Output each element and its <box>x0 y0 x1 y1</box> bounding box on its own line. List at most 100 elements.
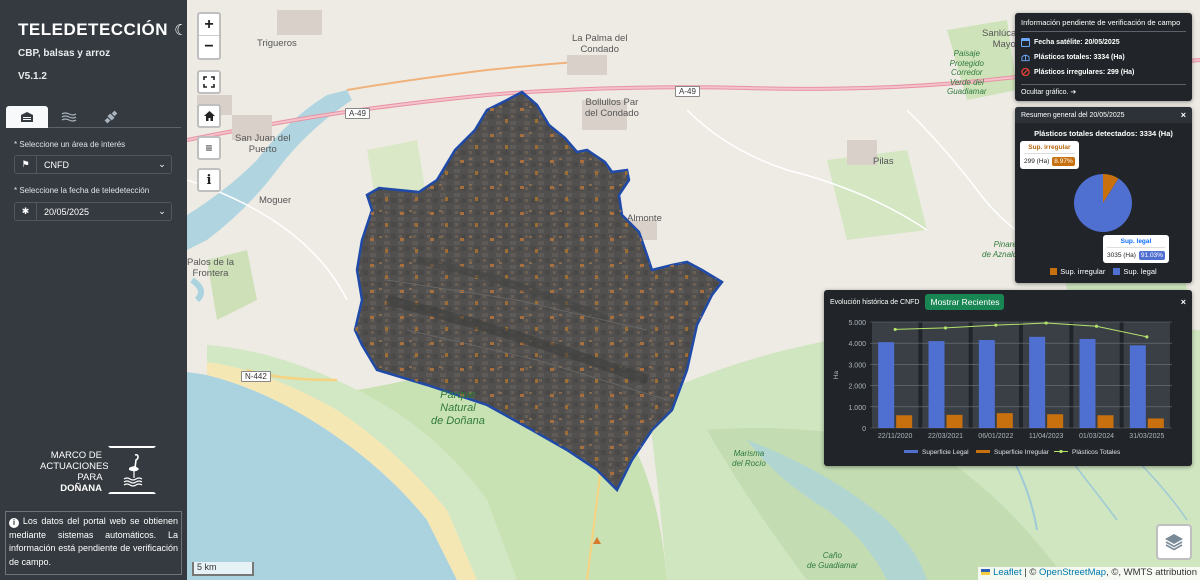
app-title[interactable]: TELEDETECCIÓN ☾▾ <box>18 20 199 40</box>
y-axis-label: Ha <box>833 370 840 379</box>
disclaimer-box: i Los datos del portal web se obtienen m… <box>5 511 182 575</box>
date-select[interactable]: ✱ 20/05/2025 ⌄ <box>14 202 172 221</box>
legend-swatch <box>904 450 918 453</box>
point-plasticos-totales[interactable] <box>893 327 897 332</box>
info-date-text: Fecha satélite: 20/05/2025 <box>1034 38 1120 46</box>
y-tick-label: 2.000 <box>848 384 866 391</box>
layers-icon <box>1165 534 1183 551</box>
menu-icon: ≡ <box>205 141 213 155</box>
history-chart-svg: 0 1.000 2.000 3.000 4.000 5.000 Ha 22/11/2020 22… <box>833 320 1172 456</box>
date-select-value: 20/05/2025 <box>44 206 90 217</box>
menu-button[interactable]: ≡ <box>197 136 221 160</box>
point-plasticos-totales[interactable] <box>1145 335 1149 339</box>
home-icon <box>203 111 215 121</box>
moon-icon[interactable]: ☾ <box>174 21 188 39</box>
label-cano: Caño de Guadiamar <box>807 551 858 570</box>
bar-superficie-legal[interactable] <box>1079 338 1096 428</box>
area-label: * Seleccione un área de interés <box>14 140 126 149</box>
point-plasticos-totales[interactable] <box>943 326 948 330</box>
bar-superficie-legal[interactable] <box>928 341 945 428</box>
label-la-palma: La Palma del Condado <box>572 33 628 55</box>
attribution-sep: | © <box>1021 567 1039 578</box>
info-totals-text: Plásticos totales: 3334 (Ha) <box>1034 53 1125 61</box>
label-palos: Palos de la Frontera <box>187 257 235 279</box>
x-tick-label: 01/03/2024 <box>1079 433 1114 440</box>
logo-line-2: ACTUACIONES <box>40 461 109 472</box>
tab-layers[interactable] <box>6 106 48 128</box>
app-version: V5.1.2 <box>18 71 47 82</box>
date-label: * Seleccione la fecha de teledetección <box>14 186 150 195</box>
bar-superficie-irregular[interactable] <box>946 414 963 428</box>
bar-superficie-legal[interactable] <box>1029 336 1046 428</box>
tab-water[interactable] <box>48 106 90 128</box>
point-plasticos-totales[interactable] <box>1094 324 1099 328</box>
bar-superficie-irregular[interactable] <box>1097 415 1114 428</box>
x-tick-label: 22/03/2021 <box>928 433 963 440</box>
bar-superficie-legal[interactable] <box>978 340 995 428</box>
irregular-pct: 8.97% <box>1052 157 1075 166</box>
legend-marker <box>1059 449 1063 454</box>
area-select[interactable]: ⚑ CNFD ⌄ <box>14 155 172 174</box>
label-parque-natural: Parque Natural de Doñana <box>431 389 485 427</box>
home-button[interactable] <box>197 104 221 128</box>
chevron-down-icon: ⌄ <box>158 206 166 216</box>
show-recent-button[interactable]: Mostrar Recientes <box>925 294 1005 310</box>
layers-icon <box>21 112 33 122</box>
osm-link[interactable]: OpenStreetMap <box>1039 567 1106 578</box>
legend-irregular[interactable]: Sup. irregular <box>1050 267 1105 276</box>
info-button[interactable]: i <box>197 168 221 192</box>
attribution-rest: , ©, WMTS attribution <box>1106 567 1197 578</box>
history-panel-title: Evolución histórica de CNFD <box>830 298 920 306</box>
legal-value: 3035 (Ha) <box>1107 252 1136 259</box>
close-icon[interactable]: × <box>1181 297 1186 307</box>
layers-button[interactable] <box>1156 524 1192 560</box>
history-chart: 0 1.000 2.000 3.000 4.000 5.000 Ha 22/11/2020 22… <box>824 314 1192 466</box>
irregular-value: 299 (Ha) <box>1024 158 1050 165</box>
logo-frame <box>108 446 156 494</box>
app-subtitle: CBP, balsas y arroz <box>18 48 111 59</box>
greenhouse-icon <box>1021 52 1030 62</box>
point-plasticos-totales[interactable] <box>1044 321 1048 325</box>
hide-chart-text: Ocultar gráfico. <box>1021 89 1069 96</box>
tab-satellite[interactable] <box>90 106 132 128</box>
label-almonte: Almonte <box>627 213 662 224</box>
bar-superficie-legal[interactable] <box>1129 345 1146 428</box>
logo-line-3-prefix: PARA <box>77 472 102 483</box>
bar-superficie-irregular[interactable] <box>1047 414 1064 428</box>
bar-superficie-irregular[interactable] <box>1147 418 1164 428</box>
leaflet-link[interactable]: Leaflet <box>993 567 1022 578</box>
label-san-juan: San Juan del Puerto <box>235 133 291 155</box>
ban-icon <box>1021 67 1030 77</box>
flag-icon <box>981 569 991 575</box>
pie-slice-legal[interactable] <box>1074 174 1132 232</box>
bar-superficie-irregular[interactable] <box>896 415 913 428</box>
x-tick-label: 31/03/2025 <box>1129 433 1164 440</box>
zoom-in-button[interactable]: + <box>199 14 219 36</box>
fullscreen-button[interactable] <box>197 70 221 94</box>
flamingo-icon <box>123 453 143 487</box>
label-bollullos: Bollullos Par del Condado <box>585 97 639 119</box>
legend-legal-text: Sup. legal <box>1123 267 1157 276</box>
disclaimer-text: Los datos del portal web se obtienen med… <box>9 516 178 567</box>
legend-label[interactable]: Plásticos Totales <box>1072 449 1121 456</box>
point-plasticos-totales[interactable] <box>994 323 998 327</box>
road-a49-east: A-49 <box>675 86 700 97</box>
app-title-text: TELEDETECCIÓN <box>18 20 169 39</box>
scale-bar: 5 km <box>192 562 254 576</box>
legend-label[interactable]: Superficie Irregular <box>994 449 1050 456</box>
bar-superficie-legal[interactable] <box>878 342 895 428</box>
logo-line-3-bold: DOÑANA <box>60 483 102 494</box>
hide-chart-link[interactable]: Ocultar gráfico. ➔ <box>1021 84 1186 96</box>
legend-label[interactable]: Superficie Legal <box>922 449 969 456</box>
legend-legal[interactable]: Sup. legal <box>1113 267 1157 276</box>
label-paisaje: Paisaje Protegido Corredor Verde del Gua… <box>947 49 987 96</box>
label-pilas: Pilas <box>873 156 894 167</box>
info-icon: i <box>206 172 212 188</box>
info-circle-icon: i <box>9 518 19 528</box>
bar-superficie-irregular[interactable] <box>996 413 1013 428</box>
fullscreen-icon <box>203 76 215 88</box>
y-tick-label: 4.000 <box>848 341 866 348</box>
info-row-irregular: Plásticos irregulares: 299 (Ha) <box>1021 67 1186 77</box>
legend-swatch <box>976 450 990 453</box>
zoom-out-button[interactable]: − <box>199 36 219 58</box>
